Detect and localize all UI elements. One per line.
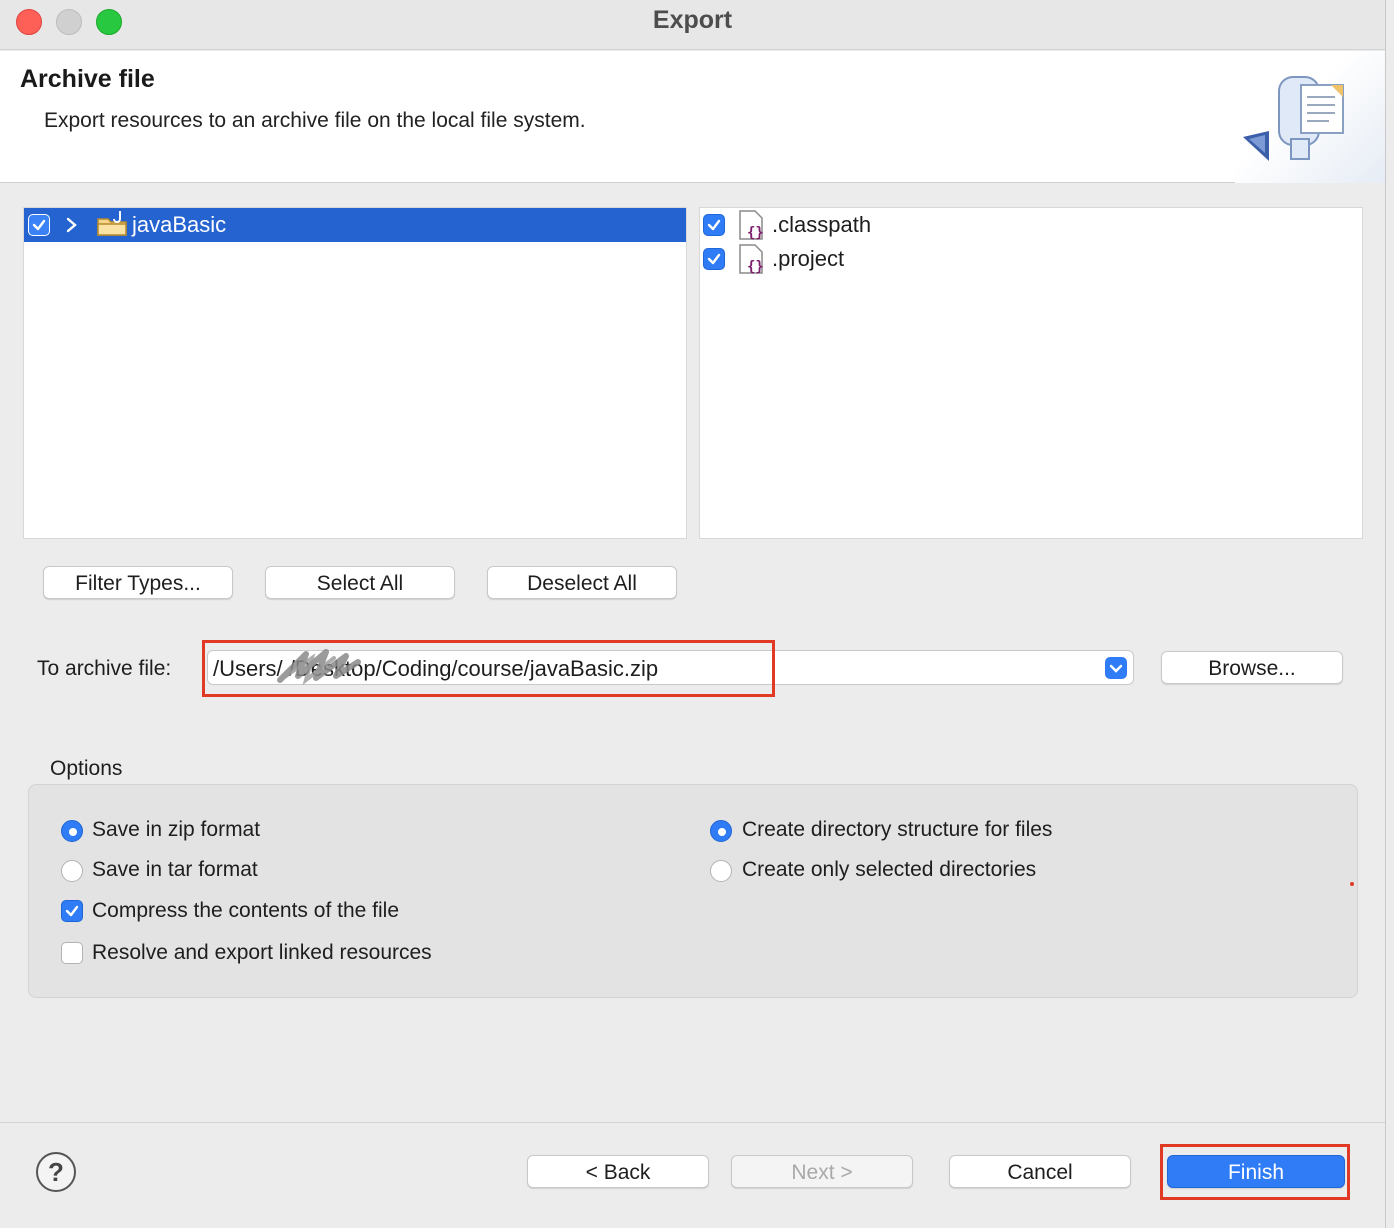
options-group [28,784,1358,998]
checkmark-icon [707,253,721,265]
checkmark-icon [707,219,721,231]
archive-export-icon [1243,76,1344,161]
title-bar: Export [0,0,1385,50]
svg-text:{}: {} [747,225,764,240]
footer-divider [0,1122,1385,1123]
checkmark-icon [65,905,79,917]
path-highlight-box [202,640,775,697]
select-all-button[interactable]: Select All [265,566,455,599]
resolve-linked-checkbox[interactable] [61,942,83,964]
list-item-label: .classpath [772,212,872,237]
selected-directories-label[interactable]: Create only selected directories [742,858,1036,882]
window-title: Export [652,6,733,34]
tree-item-label: javaBasic [132,212,227,237]
zip-format-label[interactable]: Save in zip format [92,818,260,842]
directory-structure-label[interactable]: Create directory structure for files [742,818,1052,842]
svg-text:{}: {} [747,259,764,274]
tree-item-javabasic[interactable]: javaBasic [24,208,686,242]
classpath-checkbox[interactable] [703,214,725,236]
browse-button[interactable]: Browse... [1161,651,1343,684]
help-icon[interactable]: ? [36,1152,76,1192]
wizard-page-description: Export resources to an archive file on t… [44,109,586,132]
tar-format-label[interactable]: Save in tar format [92,858,258,882]
dropdown-toggle[interactable] [1105,657,1127,679]
list-item-classpath[interactable]: {} .classpath [700,208,1362,242]
xml-file-icon: {} [739,210,764,240]
list-item-project[interactable]: {} .project [700,242,1362,276]
chevron-right-icon[interactable] [64,216,80,234]
zip-format-radio[interactable] [61,820,83,842]
chevron-down-icon [1109,664,1123,673]
export-dialog: Export Archive file Export resources to … [0,0,1386,1228]
options-group-label: Options [50,757,123,780]
wizard-page-title: Archive file [20,65,155,93]
resource-tree[interactable]: javaBasic [23,207,687,539]
filter-types-button[interactable]: Filter Types... [43,566,233,599]
finish-highlight-box [1160,1144,1350,1200]
resolve-linked-label[interactable]: Resolve and export linked resources [92,941,432,965]
compress-label[interactable]: Compress the contents of the file [92,899,399,923]
javabasic-checkbox[interactable] [28,214,50,236]
deselect-all-button[interactable]: Deselect All [487,566,677,599]
cancel-button[interactable]: Cancel [949,1155,1131,1188]
archive-file-label: To archive file: [37,657,172,680]
annotation-dot [1350,882,1354,886]
tar-format-radio[interactable] [61,860,83,882]
selected-directories-radio[interactable] [710,860,732,882]
file-list[interactable]: {} .classpath {} .project [699,207,1363,539]
project-checkbox[interactable] [703,248,725,270]
wizard-banner: Archive file Export resources to an arch… [0,51,1385,183]
compress-checkbox[interactable] [61,900,83,922]
xml-file-icon: {} [739,244,764,274]
next-button[interactable]: Next > [731,1155,913,1188]
directory-structure-radio[interactable] [710,820,732,842]
back-button[interactable]: < Back [527,1155,709,1188]
list-item-label: .project [772,246,845,271]
checkmark-icon [32,219,46,231]
project-folder-icon [97,211,127,236]
